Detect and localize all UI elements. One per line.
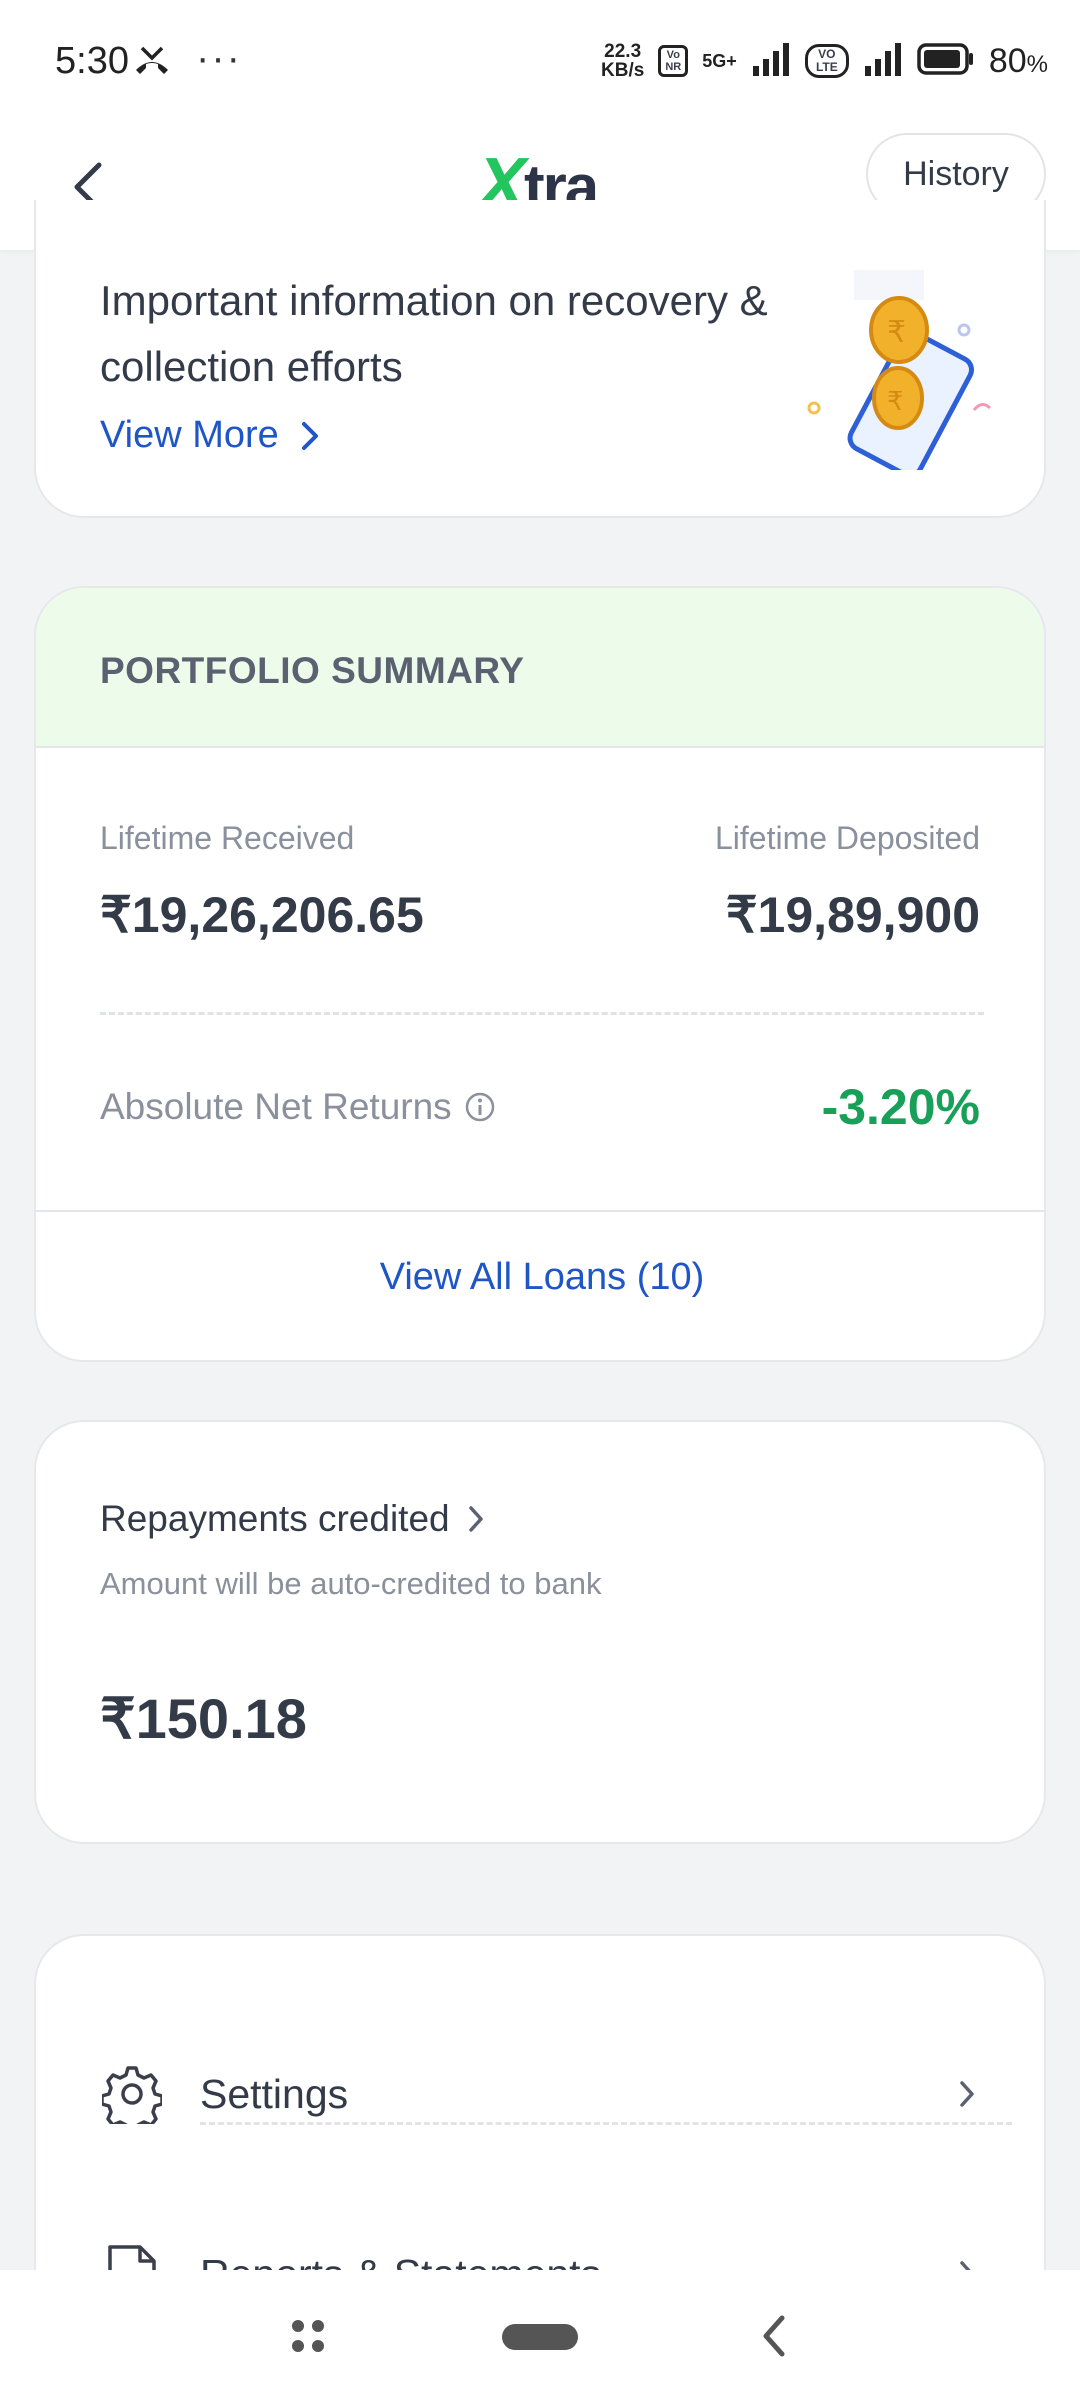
net-speed: 22.3 KB/s: [601, 42, 644, 80]
view-all-loans-button[interactable]: View All Loans (10): [36, 1256, 1044, 1299]
signal-icon: [751, 42, 791, 81]
battery-percent-symbol: %: [1026, 50, 1048, 78]
vonr-badge: Vo NR: [658, 45, 689, 77]
network-5g-label: 5G+: [702, 50, 737, 71]
chevron-right-icon: [301, 421, 318, 450]
signal-icon-secondary: [863, 42, 903, 81]
repayments-amount: ₹150.18: [100, 1687, 307, 1750]
net-speed-value: 22.3: [604, 41, 642, 62]
back-arrow-icon: [763, 2315, 785, 2357]
net-returns-value: -3.20%: [821, 1079, 980, 1135]
status-right-group: 22.3 KB/s Vo NR 5G+ VO LTE 80%: [601, 36, 1048, 86]
status-bar: 5:30 ··· 22.3 KB/s Vo NR 5G+ VO LTE 80%: [0, 0, 1080, 125]
lifetime-deposited-value: ₹19,89,900: [725, 887, 980, 943]
lifetime-received-label: Lifetime Received: [100, 820, 355, 856]
system-back-button[interactable]: [760, 2314, 788, 2363]
net-returns-row: Absolute Net Returns: [100, 1086, 496, 1128]
view-more-link[interactable]: View More: [100, 414, 319, 457]
repayments-card[interactable]: Repayments credited Amount will be auto-…: [34, 1420, 1046, 1844]
gear-icon: [100, 2062, 164, 2126]
recovery-info-card: Important information on recovery & coll…: [34, 200, 1046, 518]
chevron-right-icon: [468, 1506, 483, 1532]
phone-coins-illustration: ₹ ₹: [807, 270, 992, 470]
home-button[interactable]: [502, 2324, 578, 2350]
portfolio-summary-card: PORTFOLIO SUMMARY Lifetime Received ₹19,…: [34, 586, 1046, 1362]
system-nav-bar: [0, 2270, 1080, 2400]
svg-text:₹: ₹: [887, 315, 906, 350]
svg-text:₹: ₹: [887, 387, 904, 417]
portfolio-footer-divider: [36, 1210, 1044, 1212]
menu-item-label: Settings: [200, 2070, 349, 2117]
net-speed-unit: KB/s: [601, 60, 645, 81]
battery-icon: [917, 42, 975, 80]
menu-divider: [200, 2122, 1012, 2125]
volte-badge: VO LTE: [804, 44, 849, 78]
info-icon[interactable]: [464, 1091, 496, 1123]
battery-percent-value: 80: [988, 41, 1027, 80]
info-card-title: Important information on recovery & coll…: [100, 277, 768, 390]
recents-button[interactable]: [290, 2318, 326, 2359]
view-more-label: View More: [100, 414, 279, 456]
net-returns-label: Absolute Net Returns: [100, 1086, 452, 1127]
repayments-subtitle: Amount will be auto-credited to bank: [100, 1566, 602, 1601]
portfolio-summary-title: PORTFOLIO SUMMARY: [100, 650, 525, 691]
menu-item-settings[interactable]: Settings: [36, 2034, 1044, 2154]
chevron-right-icon: [952, 2074, 982, 2114]
battery-percent: 80%: [989, 42, 1048, 81]
portfolio-divider: [100, 1012, 984, 1015]
status-time: 5:30: [55, 40, 129, 82]
repayments-title-row[interactable]: Repayments credited: [100, 1498, 484, 1540]
lifetime-received-value: ₹19,26,206.65: [100, 887, 424, 943]
repayments-title: Repayments credited: [100, 1498, 450, 1539]
recents-icon: [292, 2320, 324, 2352]
status-more-indicator: ···: [196, 36, 242, 80]
lifetime-deposited-label: Lifetime Deposited: [714, 820, 980, 856]
missed-call-icon: [132, 44, 172, 83]
portfolio-summary-header: PORTFOLIO SUMMARY: [36, 588, 1044, 748]
